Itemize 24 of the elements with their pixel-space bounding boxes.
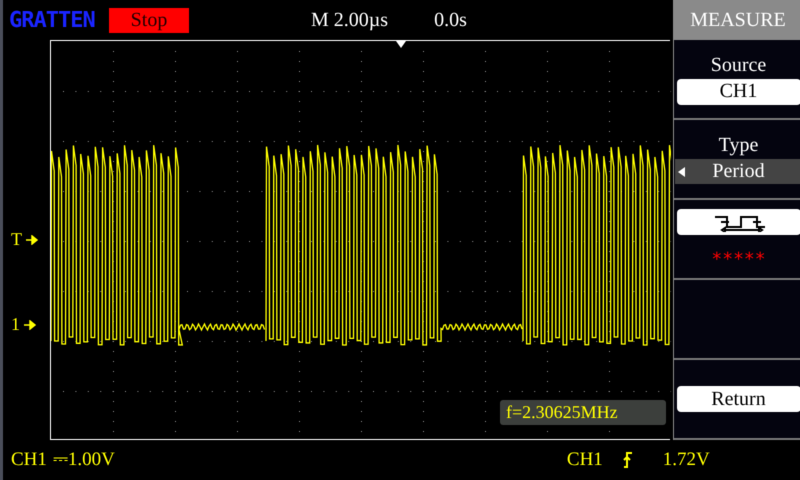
right-arrow-icon bbox=[26, 234, 38, 244]
trigger-level: 1.72V bbox=[662, 449, 710, 471]
coupling-symbol: ⎓ bbox=[52, 449, 68, 471]
source-option[interactable]: CH1 bbox=[676, 78, 800, 104]
channel-label: CH1 bbox=[11, 449, 47, 471]
menu-label: Type bbox=[718, 134, 758, 157]
return-button[interactable]: Return bbox=[676, 386, 800, 412]
run-status: Stop bbox=[109, 8, 189, 32]
type-option[interactable]: Period bbox=[674, 159, 800, 184]
measurement-value: ***** bbox=[711, 248, 766, 270]
left-pointer-icon bbox=[678, 166, 684, 176]
right-arrow-icon bbox=[24, 320, 36, 330]
frequency-readout: f=2.30625MHz bbox=[500, 400, 666, 425]
period-measure-option[interactable] bbox=[676, 208, 800, 234]
volts-per-div: 1.00V bbox=[68, 449, 115, 471]
level-marker: 1 bbox=[11, 314, 36, 335]
rising-edge-icon bbox=[622, 451, 633, 469]
menu-label: Source bbox=[710, 54, 766, 76]
menu-title: MEASURE bbox=[673, 0, 800, 40]
brand-logo: GRATTEN bbox=[9, 8, 96, 32]
trigger-source: CH1 bbox=[566, 449, 603, 471]
trigger-position-readout: 0.0s bbox=[434, 8, 467, 32]
timebase-readout: M 2.00µs bbox=[311, 8, 388, 32]
level-marker: T bbox=[11, 229, 38, 250]
